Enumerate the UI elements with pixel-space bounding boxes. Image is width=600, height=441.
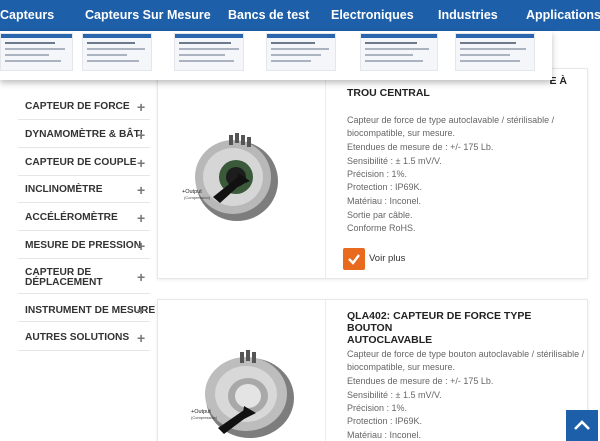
dropdown-thumbnail[interactable] [266,33,336,71]
sidebar-item-inclinometre[interactable]: INCLINOMÈTRE + [18,176,150,203]
product-card: +Output (Compression) E À TROU CENTRAL C… [157,68,588,279]
product-title-line2: TROU CENTRAL [347,87,430,99]
spec-output: Sortie par câble. [347,210,413,220]
product-card: +Output (Compression) QLA402: CAPTEUR DE… [157,299,588,441]
sidebar-item-capteur-de-couple[interactable]: CAPTEUR DE COUPLE + [18,148,150,176]
nav-item-capteurs-sur-mesure[interactable]: Capteurs Sur Mesure [85,8,211,22]
spec-sensitivity: Sensibilité : ± 1.5 mV/V. [347,156,442,166]
plus-icon[interactable]: + [137,100,145,114]
spec-precision: Précision : 1%. [347,169,408,179]
product-description-line2: biocompatible, sur mesure. [347,362,456,372]
check-icon [343,248,365,270]
product-description-line2: biocompatible, sur mesure. [347,128,456,138]
sidebar-item-label: MESURE DE PRESSION [25,240,142,251]
plus-icon[interactable]: + [137,331,145,345]
sidebar-item-label: AUTRES SOLUTIONS [25,332,130,343]
dropdown-thumbnail[interactable] [82,33,152,71]
voir-plus-label: Voir plus [369,253,406,264]
sidebar-item-capteur-de-deplacement[interactable]: CAPTEUR DE DÉPLACEMENT + [18,259,150,294]
voir-plus-button[interactable]: Voir plus [343,248,413,270]
product-image[interactable]: +Output (Compression) [158,300,326,441]
sidebar-item-instrument-de-mesure[interactable]: INSTRUMENT DE MESURE + [18,294,155,322]
nav-item-electroniques[interactable]: Electroniques [331,8,414,22]
dropdown-thumbnail[interactable] [360,33,438,71]
spec-protection: Protection : IP69K. [347,416,423,426]
nav-item-capteurs[interactable]: Capteurs [0,8,54,22]
load-cell-image: +Output (Compression) [191,350,294,438]
nav-dropdown-menu [0,31,552,80]
sidebar-item-label: INCLINOMÈTRE [25,184,103,195]
product-image[interactable]: +Output (Compression) [158,69,326,278]
sidebar-item-mesure-de-pression[interactable]: MESURE DE PRESSION + [18,231,150,259]
spec-material: Matériau : Inconel. [347,430,422,440]
chevron-up-icon [574,420,590,430]
plus-icon[interactable]: + [137,303,145,317]
spec-range: Etendues de mesure de : +/- 175 Lb. [347,376,494,386]
plus-icon[interactable]: + [137,270,145,284]
dropdown-thumbnail[interactable] [0,33,73,71]
sidebar-item-label: DYNAMOMÈTRE & BÂTI [25,129,143,140]
spec-material: Matériau : Inconel. [347,196,422,206]
dropdown-thumbnail[interactable] [174,33,244,71]
nav-item-applications[interactable]: Applications [526,8,600,22]
dropdown-thumbnail[interactable] [455,33,535,71]
sidebar-item-label: CAPTEUR DE COUPLE [25,157,137,168]
product-description: Capteur de force de type autoclavable / … [347,115,555,125]
plus-icon[interactable]: + [137,183,145,197]
plus-icon[interactable]: + [137,211,145,225]
nav-item-bancs-de-test[interactable]: Bancs de test [228,8,309,22]
compression-label: (Compression) [191,415,218,420]
sidebar-item-dynamometre[interactable]: DYNAMOMÈTRE & BÂTI + [18,120,150,148]
spec-range: Etendues de mesure de : +/- 175 Lb. [347,142,494,152]
plus-icon[interactable]: + [137,156,145,170]
sidebar-item-label-line2: DÉPLACEMENT [25,277,103,288]
top-navigation: Capteurs Capteurs Sur Mesure Bancs de te… [0,0,600,31]
sidebar-item-label: CAPTEUR DE FORCE [25,101,130,112]
spec-rohs: Conforme RoHS. [347,223,416,233]
compression-label: (Compression) [184,195,211,200]
spec-protection: Protection : IP69K. [347,182,423,192]
product-title-line2: AUTOCLAVABLE [347,334,433,346]
sidebar-item-label: ACCÉLÉROMÈTRE [25,212,118,223]
scroll-to-top-button[interactable] [566,410,598,441]
spec-sensitivity: Sensibilité : ± 1.5 mV/V. [347,390,442,400]
spec-precision: Précision : 1%. [347,403,408,413]
product-title[interactable]: QLA402: CAPTEUR DE FORCE TYPE BOUTON AUT… [347,310,577,346]
sidebar-item-capteur-de-force[interactable]: CAPTEUR DE FORCE + [18,93,150,120]
plus-icon[interactable]: + [137,239,145,253]
load-cell-image: +Output (Compression) [182,133,278,221]
product-description: Capteur de force de type bouton autoclav… [347,349,585,359]
plus-icon[interactable]: + [137,128,145,142]
sidebar-item-autres-solutions[interactable]: AUTRES SOLUTIONS + [18,322,150,351]
nav-item-industries[interactable]: Industries [438,8,498,22]
sidebar-item-label: INSTRUMENT DE MESURE [25,305,156,316]
sidebar-item-accelerometre[interactable]: ACCÉLÉROMÈTRE + [18,203,150,231]
product-title-line1: QLA402: CAPTEUR DE FORCE TYPE BOUTON [347,310,532,334]
